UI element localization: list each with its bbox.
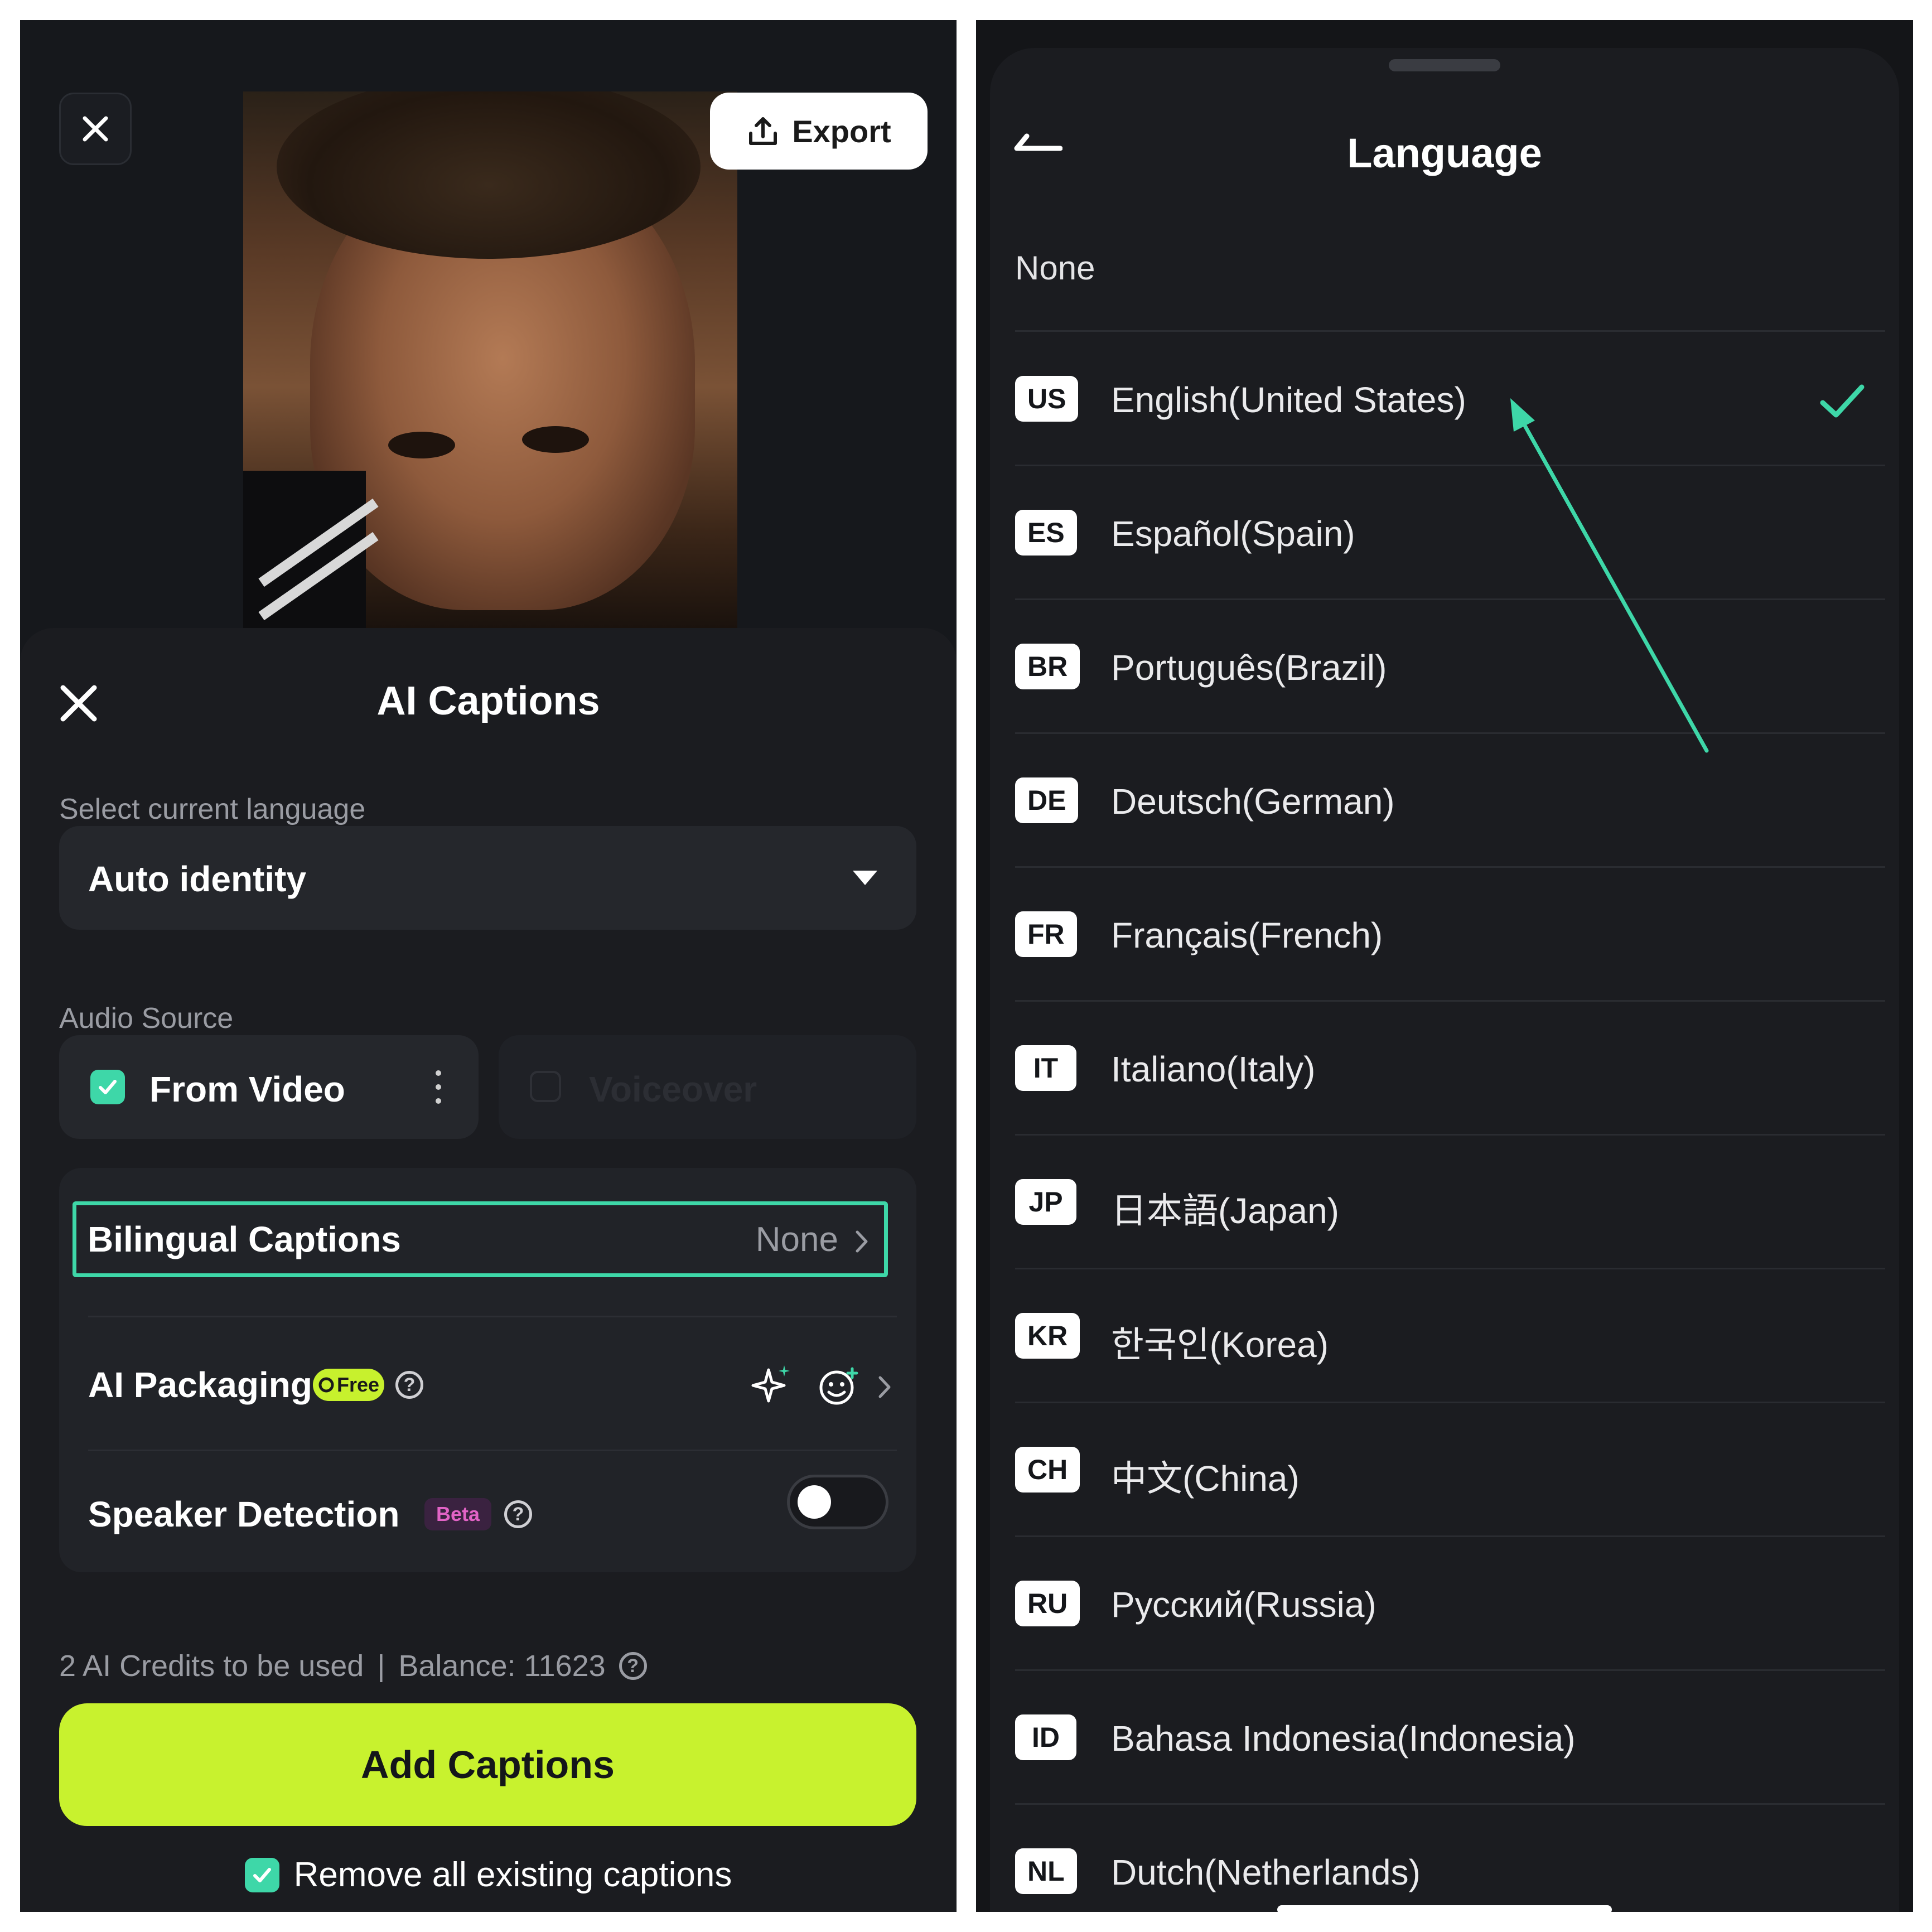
voiceover-option[interactable]: Voiceover	[499, 1035, 916, 1139]
ai-captions-screen: Export AI Captions Select current langua…	[20, 20, 957, 1912]
help-icon[interactable]: ?	[395, 1371, 423, 1399]
bilingual-captions-row[interactable]: Bilingual Captions None	[73, 1201, 888, 1277]
sparkle-icon[interactable]	[750, 1363, 794, 1408]
balance-text: Balance: 11623	[398, 1649, 606, 1683]
remove-captions-row[interactable]: Remove all existing captions	[20, 1855, 957, 1895]
credits-text: 2 AI Credits to be used	[59, 1649, 364, 1683]
video-frame-eye	[388, 432, 455, 458]
chevron-right-icon	[856, 1230, 868, 1253]
toggle-knob	[798, 1485, 831, 1519]
credits-info: 2 AI Credits to be used | Balance: 11623…	[59, 1649, 647, 1683]
select-language-label: Select current language	[59, 793, 366, 825]
more-options-dot	[436, 1084, 441, 1090]
beta-badge: Beta	[424, 1498, 491, 1530]
add-captions-button[interactable]: Add Captions	[59, 1703, 916, 1826]
coin-icon	[318, 1377, 334, 1393]
speaker-detection-label: Speaker Detection	[88, 1494, 400, 1534]
help-icon[interactable]: ?	[619, 1652, 647, 1680]
free-badge: Free	[313, 1369, 384, 1401]
voiceover-label: Voiceover	[589, 1069, 757, 1109]
bilingual-captions-label: Bilingual Captions	[88, 1219, 401, 1259]
video-preview	[243, 91, 737, 629]
from-video-checkbox[interactable]	[90, 1070, 125, 1104]
home-indicator	[1277, 1905, 1612, 1912]
speaker-detection-row: Speaker Detection Beta ?	[59, 1451, 916, 1572]
export-button[interactable]: Export	[710, 93, 928, 170]
free-badge-label: Free	[336, 1373, 380, 1396]
language-screen: Language None US English(United States) …	[976, 20, 1913, 1912]
credits-separator: |	[377, 1649, 385, 1683]
annotation-arrow	[1510, 398, 1709, 753]
from-video-label: From Video	[149, 1069, 345, 1109]
remove-captions-label: Remove all existing captions	[293, 1856, 732, 1894]
check-icon	[253, 1867, 271, 1882]
caret-down-icon	[853, 871, 877, 885]
emoji-icon[interactable]	[818, 1365, 860, 1408]
upload-icon	[749, 117, 777, 145]
video-frame-eye	[522, 426, 589, 453]
bilingual-captions-value: None	[755, 1220, 838, 1259]
voiceover-checkbox[interactable]	[530, 1071, 561, 1102]
speaker-detection-toggle[interactable]	[787, 1475, 888, 1529]
check-icon	[99, 1080, 117, 1094]
export-label: Export	[792, 113, 891, 149]
close-editor-button[interactable]	[59, 93, 132, 165]
ai-packaging-row[interactable]: AI Packaging Free ?	[59, 1317, 916, 1450]
from-video-option[interactable]: From Video	[59, 1035, 479, 1139]
close-icon	[83, 116, 108, 142]
language-dropdown-value: Auto identity	[88, 859, 307, 899]
chevron-right-icon	[878, 1376, 891, 1398]
audio-source-label: Audio Source	[59, 1002, 234, 1035]
options-card: Bilingual Captions None AI Packaging Fre…	[59, 1168, 916, 1572]
remove-captions-checkbox[interactable]	[244, 1857, 279, 1892]
ai-packaging-label: AI Packaging	[88, 1365, 312, 1405]
more-options-icon[interactable]	[427, 1068, 450, 1107]
help-icon[interactable]: ?	[504, 1500, 532, 1528]
language-dropdown[interactable]: Auto identity	[59, 826, 916, 930]
more-options-dot	[436, 1070, 441, 1076]
more-options-dot	[436, 1098, 441, 1104]
sheet-title: AI Captions	[376, 679, 600, 723]
